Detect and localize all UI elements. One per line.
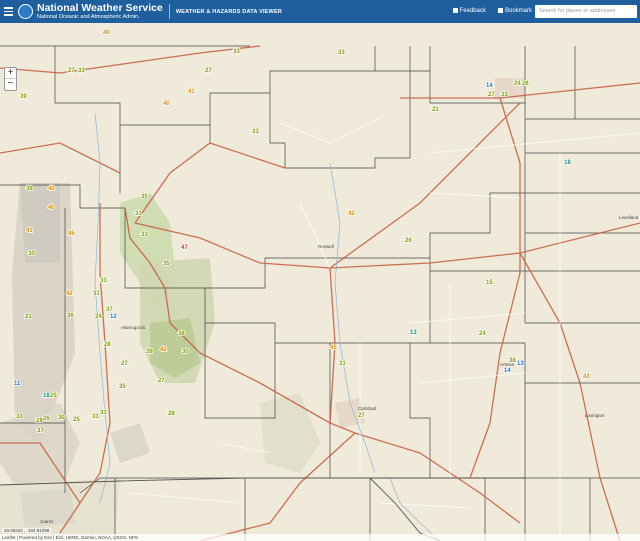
feedback-label: Feedback	[459, 8, 486, 15]
station-value[interactable]: 27	[157, 377, 166, 385]
header-bar: National Weather Service National Oceani…	[0, 0, 640, 23]
search-input[interactable]: Search for places or addresses	[535, 5, 637, 18]
station-value[interactable]: 26	[42, 415, 51, 423]
bookmark-label: Bookmark	[504, 8, 532, 15]
station-value[interactable]: 24	[478, 330, 487, 338]
station-value[interactable]: 33	[500, 91, 509, 99]
station-value[interactable]: 12	[109, 313, 118, 321]
place-label: Alamogordo	[121, 325, 146, 330]
station-value[interactable]: 35	[118, 383, 127, 391]
station-value[interactable]: 30	[27, 250, 36, 258]
station-value[interactable]: 38	[508, 357, 517, 365]
station-value[interactable]: 37	[36, 427, 45, 435]
station-value[interactable]: 35	[140, 193, 149, 201]
station-value[interactable]: 27	[204, 67, 213, 75]
bookmark-link[interactable]: Bookmark	[497, 8, 532, 15]
feedback-link[interactable]: Feedback	[452, 8, 486, 15]
station-value[interactable]: 33	[140, 231, 149, 239]
place-label: Roswell	[318, 244, 334, 249]
map-canvas[interactable]: Roswell Carlsbad Alamogordo Juarez Lovington…	[0, 23, 640, 541]
station-value[interactable]: 25	[72, 416, 81, 424]
station-value[interactable]: 26	[521, 80, 530, 88]
bookmark-icon	[497, 8, 503, 14]
app-title: WEATHER & HAZARDS DATA VIEWER	[175, 8, 282, 15]
station-value[interactable]: 45	[329, 344, 338, 352]
station-value[interactable]: 33	[99, 277, 108, 285]
station-value[interactable]: 14	[503, 367, 512, 375]
station-value[interactable]: 15	[485, 279, 494, 287]
station-value[interactable]: 30	[57, 414, 66, 422]
org-title: National Weather Service	[37, 2, 163, 14]
place-label: Lovington	[585, 413, 605, 418]
station-value[interactable]: 27	[120, 360, 129, 368]
station-value[interactable]: 33	[15, 413, 24, 421]
station-value[interactable]: 31	[134, 210, 143, 218]
station-value[interactable]: 33	[232, 48, 241, 56]
station-value[interactable]: 13	[409, 329, 418, 337]
terrain	[0, 78, 525, 541]
station-value[interactable]: 39	[145, 348, 154, 356]
station-value[interactable]: 33	[99, 409, 108, 417]
station-value[interactable]: 21	[24, 313, 33, 321]
station-value[interactable]: 26	[404, 237, 413, 245]
org-subtitle: National Oceanic and Atmospheric Admin.	[37, 13, 140, 20]
station-value[interactable]: 41	[25, 227, 34, 235]
station-value[interactable]: 40	[47, 204, 56, 212]
map-attribution: Leaflet | Powered by Esri | Esri, HERE, …	[0, 534, 640, 541]
station-value[interactable]: 27	[487, 91, 496, 99]
station-value[interactable]: 40	[162, 100, 171, 108]
station-value[interactable]: 41	[187, 88, 196, 96]
station-value[interactable]: 42	[65, 290, 74, 298]
station-value[interactable]: 33	[337, 49, 346, 57]
station-value[interactable]: 11	[13, 380, 22, 388]
station-value[interactable]: 35	[162, 260, 171, 268]
station-value[interactable]: 45	[67, 230, 76, 238]
station-value[interactable]: 39	[19, 93, 28, 101]
station-value[interactable]: 33	[91, 413, 100, 421]
station-value[interactable]: 40	[102, 29, 111, 37]
station-value[interactable]: 47	[180, 244, 189, 252]
coordinate-readout: 33.00222 , -104.91298	[2, 528, 52, 533]
station-value[interactable]: 21	[431, 106, 440, 114]
station-value[interactable]: 36	[66, 312, 75, 320]
station-value[interactable]: 14	[485, 82, 494, 90]
station-value[interactable]: 30	[181, 348, 190, 356]
station-value[interactable]: 43	[582, 373, 591, 381]
feedback-icon	[452, 8, 458, 14]
station-value[interactable]: 28	[167, 410, 176, 418]
place-label: Juarez	[40, 519, 54, 524]
station-value[interactable]: 31	[92, 290, 101, 298]
menu-icon[interactable]	[0, 0, 16, 23]
station-value[interactable]: 24	[94, 313, 103, 321]
station-value[interactable]: 28	[103, 341, 112, 349]
station-value[interactable]: 31	[338, 360, 347, 368]
zoom-out-button[interactable]: −	[5, 79, 16, 90]
station-value[interactable]: 27	[357, 412, 366, 420]
station-value[interactable]: 33	[251, 128, 260, 136]
station-value[interactable]: 42	[347, 210, 356, 218]
station-value[interactable]: 42	[159, 346, 168, 354]
brand: National Weather Service National Oceani…	[37, 3, 163, 20]
station-value[interactable]: 37	[105, 306, 114, 314]
place-label: Carlsbad	[358, 406, 377, 411]
station-value[interactable]: 39	[25, 185, 34, 193]
header-divider	[168, 4, 170, 19]
station-value[interactable]: 24	[513, 80, 522, 88]
station-value[interactable]: 40	[47, 185, 56, 193]
station-value[interactable]: 27	[67, 67, 76, 75]
place-label: Levelland	[619, 215, 639, 220]
noaa-logo	[18, 4, 33, 19]
zoom-control: + −	[4, 67, 17, 91]
map-svg: Roswell Carlsbad Alamogordo Juarez Lovington…	[0, 29, 640, 541]
station-value[interactable]: 33	[77, 67, 86, 75]
station-value[interactable]: 18	[563, 159, 572, 167]
station-value[interactable]: 13	[516, 360, 525, 368]
station-value[interactable]: 25	[49, 392, 58, 400]
station-value[interactable]: 38	[177, 330, 186, 338]
